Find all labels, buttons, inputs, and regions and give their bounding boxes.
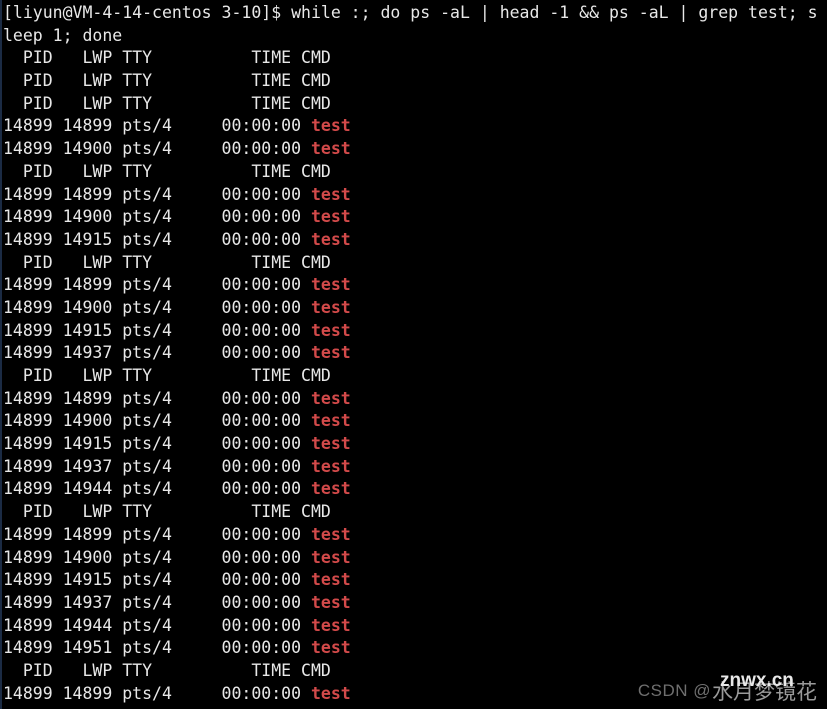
ps-header-row: PID LWP TTY TIME CMD — [0, 365, 827, 388]
ps-header-row: PID LWP TTY TIME CMD — [0, 501, 827, 524]
process-row-fields: 14899 14944 pts/4 00:00:00 — [3, 615, 311, 635]
command-wrap-line[interactable]: leep 1; done — [0, 25, 827, 48]
process-row: 14899 14915 pts/4 00:00:00 test — [0, 320, 827, 343]
process-row: 14899 14937 pts/4 00:00:00 test — [0, 592, 827, 615]
process-row-fields: 14899 14915 pts/4 00:00:00 — [3, 570, 311, 590]
process-row-fields: 14899 14899 pts/4 00:00:00 — [3, 184, 311, 204]
ps-header-text: PID LWP TTY TIME CMD — [3, 93, 331, 113]
process-row: 14899 14951 pts/4 00:00:00 test — [0, 637, 827, 660]
process-row: 14899 14899 pts/4 00:00:00 test — [0, 683, 827, 706]
process-command: test — [310, 456, 351, 476]
process-row-fields: 14899 14899 pts/4 00:00:00 — [3, 683, 311, 703]
command-text-continued: leep 1; done — [3, 25, 123, 45]
process-row-fields: 14899 14899 pts/4 00:00:00 — [3, 275, 311, 295]
process-row-fields: 14899 14899 pts/4 00:00:00 — [3, 116, 311, 136]
process-command: test — [310, 638, 351, 658]
process-command: test — [310, 139, 351, 159]
process-command: test — [310, 343, 351, 363]
ps-header-text: PID LWP TTY TIME CMD — [3, 71, 331, 91]
process-row: 14899 14937 pts/4 00:00:00 test — [0, 342, 827, 365]
ps-header-text: PID LWP TTY TIME CMD — [3, 161, 331, 181]
process-row: 14899 14915 pts/4 00:00:00 test — [0, 229, 827, 252]
process-command: test — [310, 683, 351, 703]
process-row: 14899 14915 pts/4 00:00:00 test — [0, 433, 827, 456]
process-command: test — [310, 275, 351, 295]
process-row: 14899 14899 pts/4 00:00:00 test — [0, 115, 827, 138]
process-row-fields: 14899 14915 pts/4 00:00:00 — [3, 320, 311, 340]
process-row-fields: 14899 14937 pts/4 00:00:00 — [3, 343, 311, 363]
process-row-fields: 14899 14937 pts/4 00:00:00 — [3, 592, 311, 612]
ps-header-text: PID LWP TTY TIME CMD — [3, 660, 331, 680]
ps-header-row: PID LWP TTY TIME CMD — [0, 252, 827, 275]
process-row-fields: 14899 14900 pts/4 00:00:00 — [3, 207, 311, 227]
command-prompt-line[interactable]: [liyun@VM-4-14-centos 3-10]$ while :; do… — [0, 2, 827, 25]
ps-header-text: PID LWP TTY TIME CMD — [3, 366, 331, 385]
process-row: 14899 14900 pts/4 00:00:00 test — [0, 547, 827, 570]
process-row: 14899 14899 pts/4 00:00:00 test — [0, 388, 827, 411]
command-text: [liyun@VM-4-14-centos 3-10]$ while :; do… — [3, 3, 818, 22]
ps-header-text: PID LWP TTY TIME CMD — [3, 252, 331, 272]
ps-header-row: PID LWP TTY TIME CMD — [0, 93, 827, 116]
process-row-fields: 14899 14899 pts/4 00:00:00 — [3, 388, 311, 408]
process-row-fields: 14899 14900 pts/4 00:00:00 — [3, 297, 311, 317]
process-command: test — [310, 411, 351, 431]
process-row-fields: 14899 14915 pts/4 00:00:00 — [3, 434, 311, 454]
process-command: test — [310, 434, 351, 454]
ps-header-row: PID LWP TTY TIME CMD — [0, 47, 827, 70]
process-command: test — [310, 524, 351, 544]
process-row: 14899 14900 pts/4 00:00:00 test — [0, 410, 827, 433]
process-command: test — [310, 479, 351, 499]
process-command: test — [310, 388, 351, 408]
process-row: 14899 14900 pts/4 00:00:00 test — [0, 206, 827, 229]
ps-header-row: PID LWP TTY TIME CMD — [0, 161, 827, 184]
process-row: 14899 14915 pts/4 00:00:00 test — [0, 569, 827, 592]
terminal-window[interactable]: [liyun@VM-4-14-centos 3-10]$ while :; do… — [0, 0, 827, 709]
process-row: 14899 14900 pts/4 00:00:00 test — [0, 138, 827, 161]
process-row-fields: 14899 14951 pts/4 00:00:00 — [3, 638, 311, 658]
process-row-fields: 14899 14900 pts/4 00:00:00 — [3, 547, 311, 567]
ps-header-row: PID LWP TTY TIME CMD — [0, 660, 827, 683]
process-row-fields: 14899 14899 pts/4 00:00:00 — [3, 524, 311, 544]
process-command: test — [310, 547, 351, 567]
process-row: 14899 14944 pts/4 00:00:00 test — [0, 615, 827, 638]
process-command: test — [310, 592, 351, 612]
process-row: 14899 14899 pts/4 00:00:00 test — [0, 184, 827, 207]
process-command: test — [310, 184, 351, 204]
process-row: 14899 14899 pts/4 00:00:00 test — [0, 524, 827, 547]
process-row-fields: 14899 14900 pts/4 00:00:00 — [3, 411, 311, 431]
process-command: test — [310, 207, 351, 227]
ps-header-text: PID LWP TTY TIME CMD — [3, 502, 331, 522]
process-row-fields: 14899 14915 pts/4 00:00:00 — [3, 229, 311, 249]
process-row: 14899 14944 pts/4 00:00:00 test — [0, 478, 827, 501]
process-row-fields: 14899 14937 pts/4 00:00:00 — [3, 456, 311, 476]
ps-header-text: PID LWP TTY TIME CMD — [3, 48, 331, 68]
process-command: test — [310, 116, 351, 136]
process-command: test — [310, 615, 351, 635]
ps-header-row: PID LWP TTY TIME CMD — [0, 70, 827, 93]
process-row: 14899 14900 pts/4 00:00:00 test — [0, 297, 827, 320]
process-row: 14899 14899 pts/4 00:00:00 test — [0, 274, 827, 297]
process-row-fields: 14899 14900 pts/4 00:00:00 — [3, 139, 311, 159]
process-command: test — [310, 570, 351, 590]
process-row-fields: 14899 14944 pts/4 00:00:00 — [3, 479, 311, 499]
process-command: test — [310, 320, 351, 340]
terminal-output-area[interactable]: [liyun@VM-4-14-centos 3-10]$ while :; do… — [0, 2, 827, 705]
process-row: 14899 14937 pts/4 00:00:00 test — [0, 456, 827, 479]
process-command: test — [310, 229, 351, 249]
process-command: test — [310, 297, 351, 317]
